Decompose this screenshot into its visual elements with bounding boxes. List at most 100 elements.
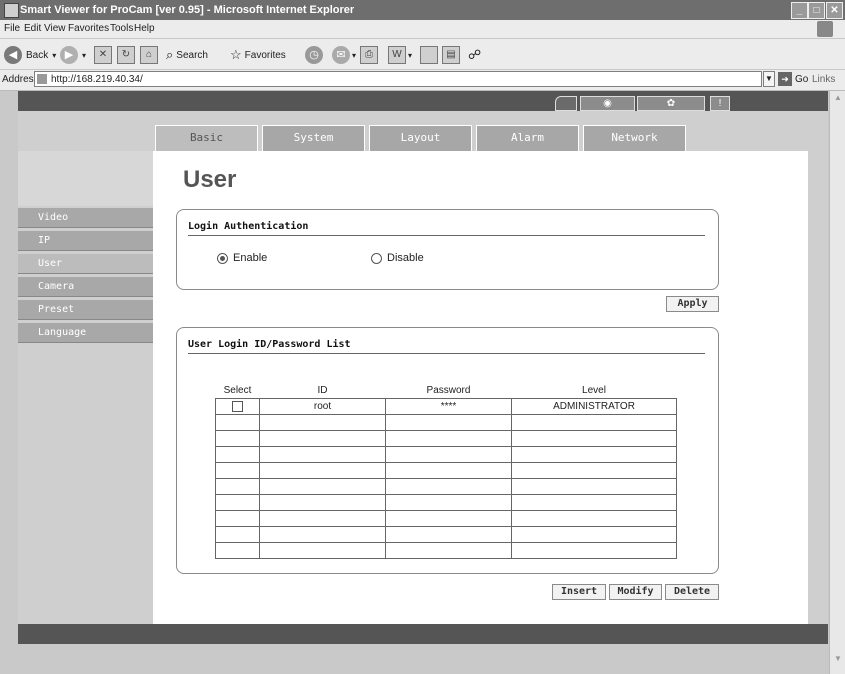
cell: [385, 526, 512, 543]
delete-button[interactable]: Delete: [665, 584, 719, 600]
menu-view[interactable]: View: [44, 23, 66, 34]
address-input[interactable]: http://168.219.40.34/: [34, 71, 762, 87]
footer-bar: [18, 624, 828, 644]
scroll-up-icon[interactable]: ▲: [832, 93, 844, 105]
cell: [511, 430, 677, 447]
cell: [259, 494, 386, 511]
tab-system[interactable]: System: [262, 125, 365, 151]
cell: [215, 446, 260, 463]
tab-network[interactable]: Network: [583, 125, 686, 151]
cell: [215, 542, 260, 559]
cell: [511, 494, 677, 511]
modify-button[interactable]: Modify: [609, 584, 662, 600]
enable-label: Enable: [233, 252, 268, 264]
tab-alarm[interactable]: Alarm: [476, 125, 579, 151]
go-button[interactable]: ➜ Go: [778, 72, 808, 86]
divider: [188, 353, 705, 354]
tab-layout[interactable]: Layout: [369, 125, 472, 151]
table-row[interactable]: [215, 414, 677, 431]
col-id: ID: [317, 384, 328, 396]
insert-button[interactable]: Insert: [552, 584, 606, 600]
menu-favorites[interactable]: Favorites: [68, 23, 109, 34]
sidebar-item-video[interactable]: Video: [18, 208, 153, 228]
ie-logo-icon: [817, 21, 833, 37]
tab-basic-configuration[interactable]: Basic configuration: [155, 125, 258, 168]
row-id: root: [259, 398, 386, 415]
table-row[interactable]: [215, 430, 677, 447]
cell: [259, 446, 386, 463]
favorites-button[interactable]: ☆ Favorites: [230, 46, 286, 64]
edit-icon: W: [388, 46, 406, 64]
messenger-button[interactable]: ☍: [468, 46, 481, 64]
discuss-icon: [420, 46, 438, 64]
search-label: Search: [176, 49, 208, 61]
table-row[interactable]: root **** ADMINISTRATOR: [215, 398, 677, 415]
forward-button[interactable]: ▶ ▾: [60, 46, 86, 64]
cell: [511, 462, 677, 479]
login-auth-title: Login Authentication: [188, 221, 309, 232]
maximize-icon[interactable]: □: [808, 2, 825, 19]
go-arrow-icon: ➜: [778, 72, 792, 86]
search-button[interactable]: ⌕ Search: [166, 46, 208, 64]
sidebar: Video IP User Camera Preset Language: [18, 208, 153, 346]
cell: [511, 446, 677, 463]
select-checkbox[interactable]: [232, 400, 243, 412]
cell: [385, 510, 512, 527]
cell: [511, 542, 677, 559]
table-row[interactable]: [215, 542, 677, 559]
links-button[interactable]: Links: [812, 74, 835, 85]
cell: [259, 414, 386, 431]
apply-button[interactable]: Apply: [666, 296, 719, 312]
discuss-button[interactable]: [420, 46, 438, 64]
cell: [215, 478, 260, 495]
cell: [215, 414, 260, 431]
table-row[interactable]: [215, 478, 677, 495]
disable-label: Disable: [387, 252, 424, 264]
go-label: Go: [795, 73, 809, 85]
back-button[interactable]: ◀ Back ▾: [4, 46, 56, 64]
col-password: Password: [426, 384, 471, 396]
mail-button[interactable]: ✉ ▾: [332, 46, 356, 64]
sidebar-item-ip[interactable]: IP: [18, 231, 153, 251]
menu-file[interactable]: File: [4, 23, 20, 34]
minimize-icon[interactable]: _: [791, 2, 808, 19]
sidebar-item-user[interactable]: User: [18, 254, 153, 274]
history-button[interactable]: ◷: [305, 46, 323, 64]
research-icon: ▤: [442, 46, 460, 64]
favorites-label: Favorites: [244, 49, 286, 61]
cell: [511, 510, 677, 527]
stop-button[interactable]: ✕: [94, 46, 112, 64]
table-row[interactable]: [215, 446, 677, 463]
address-dropdown[interactable]: ▼: [763, 71, 775, 87]
sidebar-item-camera[interactable]: Camera: [18, 277, 153, 297]
menu-help[interactable]: Help: [134, 23, 155, 34]
sidebar-item-language[interactable]: Language: [18, 323, 153, 343]
disable-option[interactable]: Disable: [371, 252, 424, 264]
print-icon: ⎙: [360, 46, 378, 64]
enable-radio[interactable]: [217, 252, 228, 264]
research-button[interactable]: ▤: [442, 46, 460, 64]
table-row[interactable]: [215, 526, 677, 543]
table-row[interactable]: [215, 510, 677, 527]
chevron-down-icon: ▾: [52, 50, 57, 60]
close-icon[interactable]: ✕: [826, 2, 843, 19]
table-row[interactable]: [215, 462, 677, 479]
back-label: Back: [26, 49, 49, 61]
menu-tools[interactable]: Tools: [110, 23, 133, 34]
menu-edit[interactable]: Edit: [24, 23, 41, 34]
enable-option[interactable]: Enable: [217, 252, 267, 264]
cell: [215, 430, 260, 447]
row-level: ADMINISTRATOR: [511, 398, 677, 415]
refresh-button[interactable]: ↻: [117, 46, 135, 64]
scroll-down-icon[interactable]: ▼: [832, 654, 844, 666]
sidebar-item-preset[interactable]: Preset: [18, 300, 153, 320]
home-button[interactable]: ⌂: [140, 46, 158, 64]
cell: [215, 510, 260, 527]
table-row[interactable]: [215, 494, 677, 511]
edit-button[interactable]: W ▾: [388, 46, 412, 64]
vertical-scrollbar[interactable]: ▲ ▼: [829, 91, 845, 674]
cell: [385, 462, 512, 479]
print-button[interactable]: ⎙: [360, 46, 378, 64]
disable-radio[interactable]: [371, 252, 382, 264]
cell: [385, 478, 512, 495]
